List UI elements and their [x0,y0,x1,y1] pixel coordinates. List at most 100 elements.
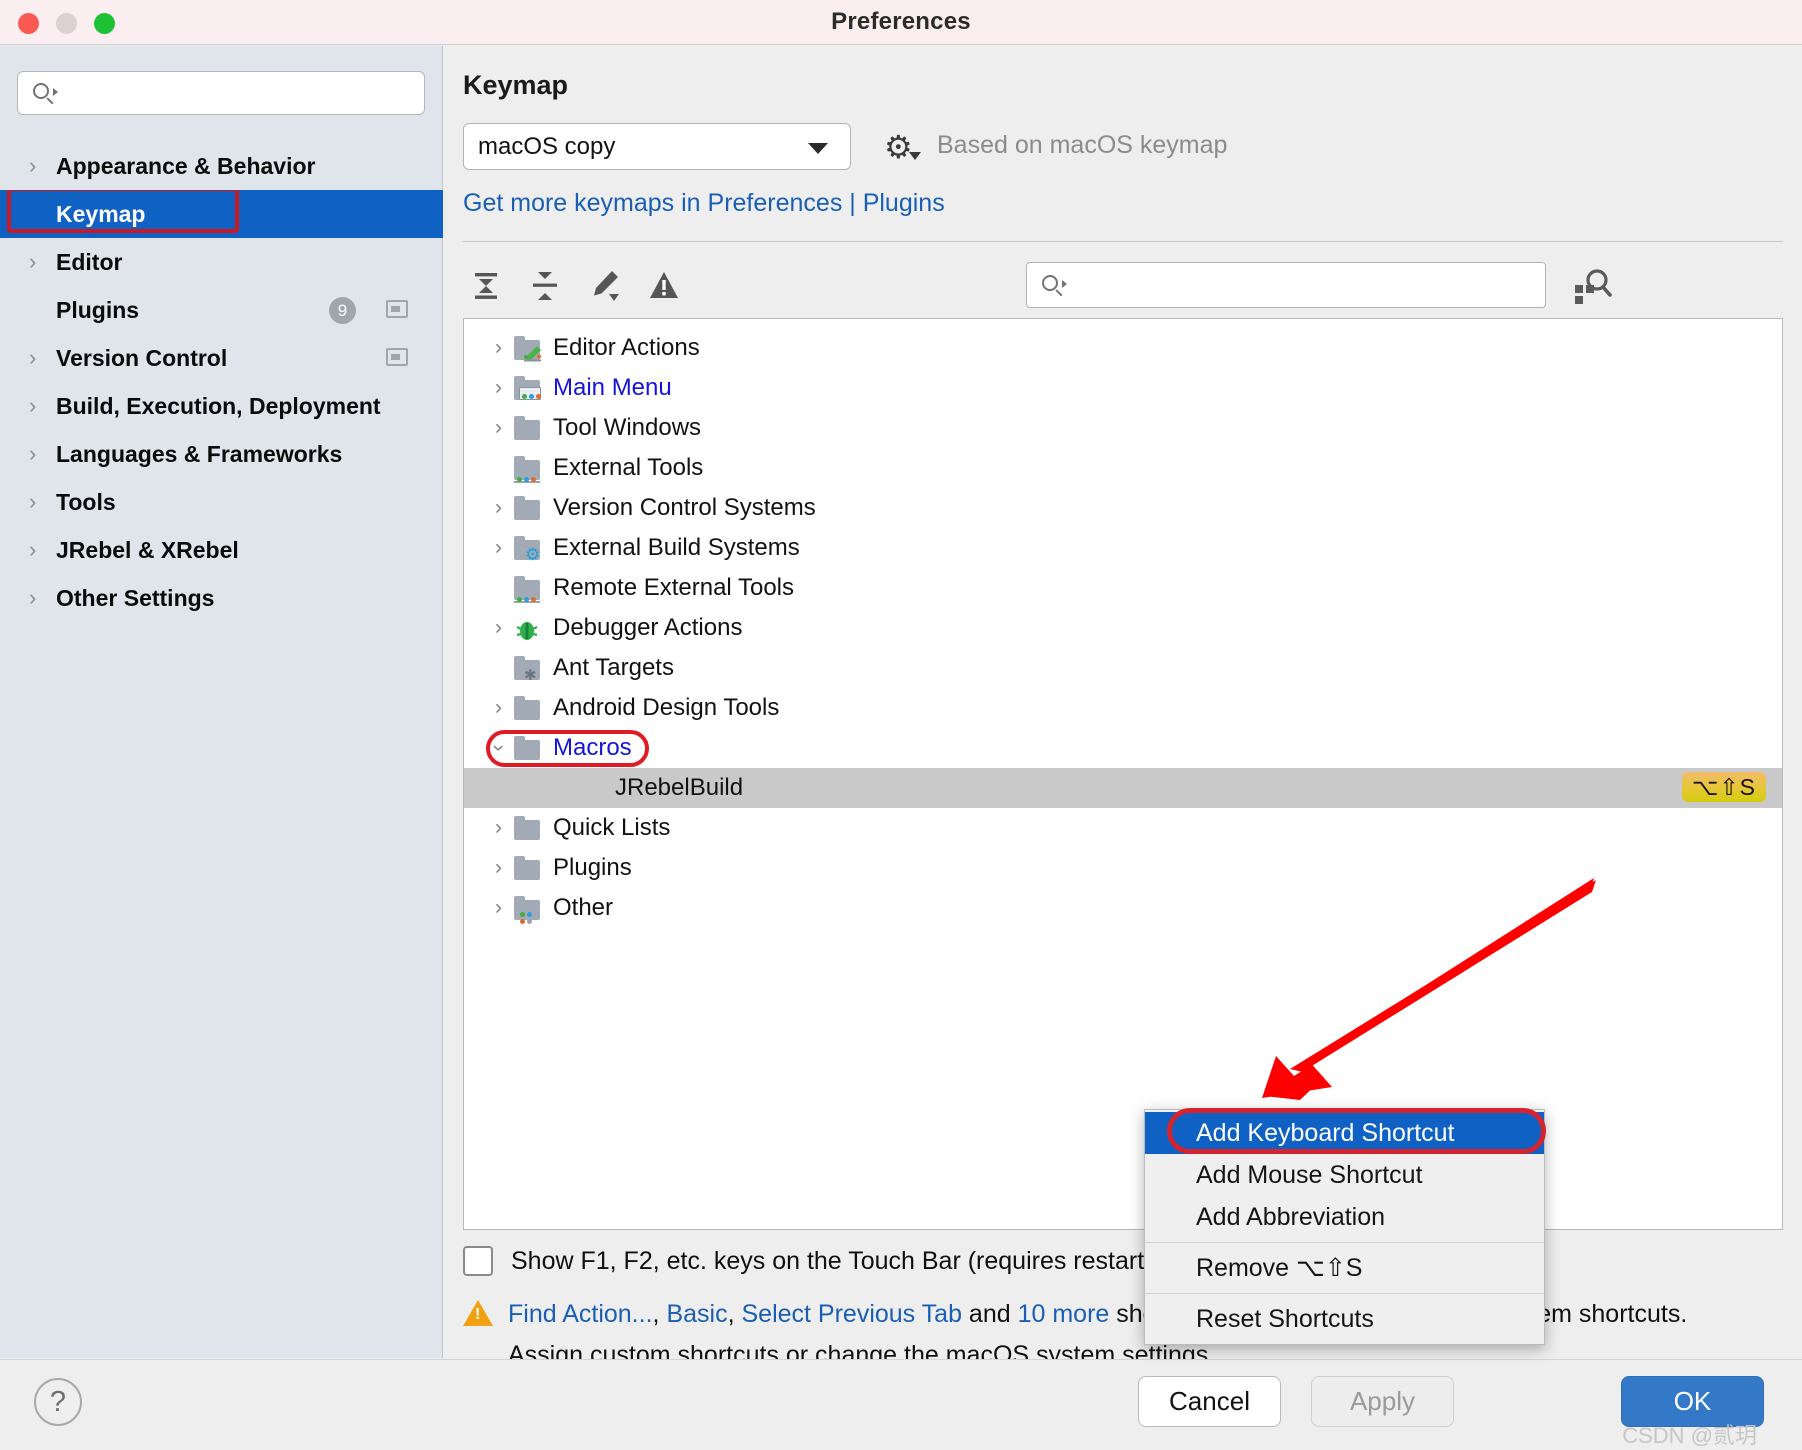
chevron-right-icon[interactable]: › [485,536,512,560]
chevron-right-icon[interactable]: › [485,816,512,840]
tree-row-tool-windows[interactable]: › Tool Windows [464,408,1782,448]
tree-row-jrebelbuild[interactable]: › JRebelBuild ⌥⇧S [464,768,1782,808]
collapse-all-button[interactable] [522,262,568,308]
expand-all-button[interactable] [463,262,509,308]
zoom-window-button[interactable] [94,13,115,34]
sidebar-search-field[interactable] [17,71,425,115]
tree-row-label: Macros [553,734,632,761]
window-title: Preferences [831,8,971,35]
sidebar-item-jrebel-and-xrebel[interactable]: › JRebel & XRebel [0,526,443,574]
tree-row-label: Tool Windows [553,414,702,441]
keymap-search-field[interactable] [1026,262,1546,308]
folder-ant-icon: ✱ [512,655,542,684]
sidebar-item-label: Build, Execution, Deployment [56,392,381,419]
sidebar-item-version-control[interactable]: › Version Control [0,334,443,382]
sidebar-item-build-execution-deployment[interactable]: › Build, Execution, Deployment [0,382,443,430]
warning-triangle-icon [650,272,678,298]
menu-item-label: Remove ⌥⇧S [1196,1254,1363,1282]
tree-row-quick-lists[interactable]: › Quick Lists [464,808,1782,848]
settings-sidebar: › Appearance & Behavior › Keymap › Edito… [0,46,443,1358]
menu-item-add-keyboard-shortcut[interactable]: Add Keyboard Shortcut [1145,1108,1546,1154]
tree-row-remote-external-tools[interactable]: › Remote External Tools [464,568,1782,608]
tree-row-plugins[interactable]: › Plugins [464,848,1782,888]
menu-item-remove-shortcut[interactable]: Remove ⌥⇧S [1145,1247,1544,1289]
tree-row-debugger-actions[interactable]: › Debugger Actions [464,608,1782,648]
edit-shortcut-button[interactable] [582,262,628,308]
close-window-button[interactable] [18,13,39,34]
action-icon-placeholder [574,776,604,801]
conflict-link-find-action[interactable]: Find Action... [508,1300,653,1328]
folder-icon [512,695,542,721]
open-in-window-icon[interactable] [386,348,408,366]
menu-separator [1145,1242,1544,1243]
chevron-right-icon[interactable]: › [485,896,512,920]
sidebar-item-label: Plugins [56,296,140,323]
chevron-right-icon: › [29,441,37,466]
sidebar-item-plugins[interactable]: › Plugins 9 [0,286,443,334]
conflict-link-10-more[interactable]: 10 more [1018,1300,1110,1328]
touchbar-checkbox[interactable] [463,1246,493,1276]
chevron-right-icon[interactable]: › [485,616,512,640]
keymap-action-tree[interactable]: › Editor Actions › Main Menu › Tool Wind… [463,318,1783,1345]
keymap-search-input[interactable] [1071,271,1511,299]
tree-row-android-design-tools[interactable]: › Android Design Tools [464,688,1782,728]
minimize-window-button[interactable] [56,13,77,34]
sidebar-item-label: Keymap [56,200,146,227]
tree-row-label: Other [553,894,614,921]
find-actions-by-shortcut-button[interactable] [1571,266,1613,306]
show-conflicts-button[interactable] [641,262,687,308]
conflict-link-basic[interactable]: Basic [666,1300,727,1328]
menu-item-add-mouse-shortcut[interactable]: Add Mouse Shortcut [1145,1154,1544,1196]
sidebar-item-appearance-and-behavior[interactable]: › Appearance & Behavior [0,142,443,190]
warning-triangle-icon [463,1300,493,1326]
apply-button[interactable]: Apply [1311,1376,1454,1427]
tree-row-ant-targets[interactable]: › ✱ Ant Targets [464,648,1782,688]
menu-item-add-abbreviation[interactable]: Add Abbreviation [1145,1196,1544,1238]
conflict-link-select-previous-tab[interactable]: Select Previous Tab [741,1300,962,1328]
tree-row-label: Quick Lists [553,814,671,841]
sidebar-item-languages-and-frameworks[interactable]: › Languages & Frameworks [0,430,443,478]
collapse-all-icon [533,272,557,300]
tree-row-external-tools[interactable]: › External Tools [464,448,1782,488]
find-by-shortcut-icon [1575,269,1612,304]
menu-separator [1145,1293,1544,1294]
search-icon [32,82,58,105]
tree-row-editor-actions[interactable]: › Editor Actions [464,328,1782,368]
tree-row-label: Remote External Tools [553,574,795,601]
chevron-right-icon[interactable]: › [485,496,512,520]
chevron-down-icon [808,143,828,154]
tree-row-external-build-systems[interactable]: › ⚙ External Build Systems [464,528,1782,568]
chevron-right-icon[interactable]: › [485,696,512,720]
folder-icon [512,855,542,881]
keymap-toolbar [463,254,1783,316]
open-in-window-icon[interactable] [386,300,408,318]
chevron-right-icon[interactable]: › [485,336,512,360]
shortcut-context-menu[interactable]: Add Keyboard Shortcut Add Mouse Shortcut… [1144,1108,1546,1345]
sidebar-search-input[interactable] [54,79,384,107]
tree-row-macros[interactable]: › Macros [464,728,1782,768]
help-button[interactable]: ? [34,1378,82,1426]
tree-row-other[interactable]: › Other [464,888,1782,928]
tree-row-main-menu[interactable]: › Main Menu [464,368,1782,408]
chevron-down-icon[interactable]: › [487,735,511,762]
sidebar-item-editor[interactable]: › Editor [0,238,443,286]
chevron-right-icon: › [29,585,37,610]
keymap-settings-pane: Keymap macOS copy ⚙ Based on macOS keyma… [444,46,1802,1369]
cancel-button[interactable]: Cancel [1138,1376,1281,1427]
sidebar-item-tools[interactable]: › Tools [0,478,443,526]
pencil-icon [594,271,619,301]
chevron-right-icon[interactable]: › [485,856,512,880]
chevron-right-icon[interactable]: › [485,416,512,440]
section-divider [463,241,1783,242]
keymap-dropdown[interactable]: macOS copy [463,123,851,170]
sidebar-item-keymap[interactable]: › Keymap [0,190,443,238]
touchbar-checkbox-row[interactable]: Show F1, F2, etc. keys on the Touch Bar … [463,1246,1152,1276]
folder-tools-icon [512,455,542,483]
get-more-keymaps-link[interactable]: Get more keymaps in Preferences | Plugin… [463,189,945,218]
chevron-right-icon[interactable]: › [485,376,512,400]
sidebar-item-other-settings[interactable]: › Other Settings [0,574,443,622]
tree-row-version-control-systems[interactable]: › Version Control Systems [464,488,1782,528]
keymap-settings-gear-button[interactable]: ⚙ [884,130,921,164]
menu-item-label: Reset Shortcuts [1196,1304,1374,1333]
menu-item-reset-shortcuts[interactable]: Reset Shortcuts [1145,1298,1544,1340]
